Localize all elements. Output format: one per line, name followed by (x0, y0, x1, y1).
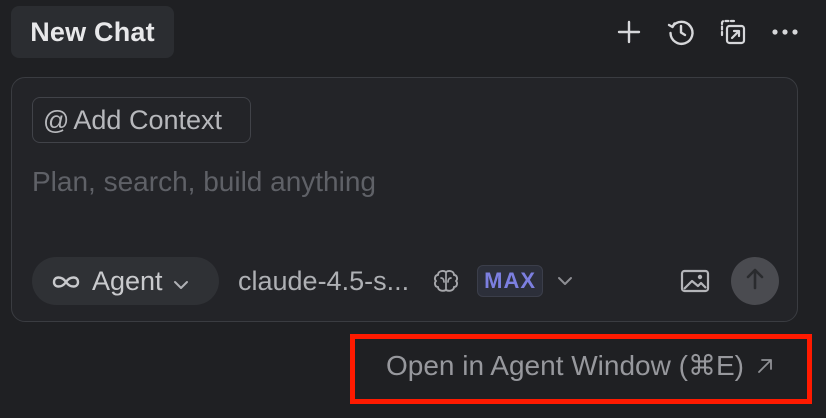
plus-icon[interactable] (612, 15, 646, 49)
external-arrow-icon (756, 357, 774, 375)
mode-selector[interactable]: Agent (32, 257, 219, 305)
infinity-icon (50, 266, 82, 297)
add-context-button[interactable]: @ Add Context (32, 97, 251, 143)
brain-icon[interactable] (431, 266, 461, 296)
at-icon: @ (43, 105, 70, 135)
mode-label: Agent (92, 265, 163, 296)
open-in-window-icon[interactable] (716, 15, 750, 49)
max-badge[interactable]: MAX (477, 265, 544, 297)
header-toolbar (612, 12, 802, 52)
open-agent-window-label: Open in Agent Window (⌘E) (386, 350, 744, 381)
more-icon[interactable] (768, 15, 802, 49)
open-agent-window-link[interactable]: Open in Agent Window (⌘E) (386, 349, 774, 382)
image-icon[interactable] (677, 263, 713, 299)
composer-controls: Agent claude-4.5-s... MAX (32, 256, 779, 306)
composer-box[interactable]: @ Add Context Plan, search, build anythi… (11, 77, 798, 322)
chat-tab[interactable]: New Chat (11, 6, 174, 58)
chat-tab-title: New Chat (30, 16, 155, 47)
arrow-up-icon (745, 267, 765, 296)
add-context-label: Add Context (73, 104, 222, 135)
model-selector[interactable]: claude-4.5-s... (238, 266, 409, 297)
send-button[interactable] (731, 257, 779, 305)
chevron-down-icon (173, 266, 189, 297)
history-icon[interactable] (664, 15, 698, 49)
chevron-down-icon[interactable] (555, 271, 575, 291)
chat-panel: New Chat @ Add Context Plan, search, bui… (0, 0, 826, 418)
prompt-input[interactable]: Plan, search, build anything (32, 166, 376, 198)
